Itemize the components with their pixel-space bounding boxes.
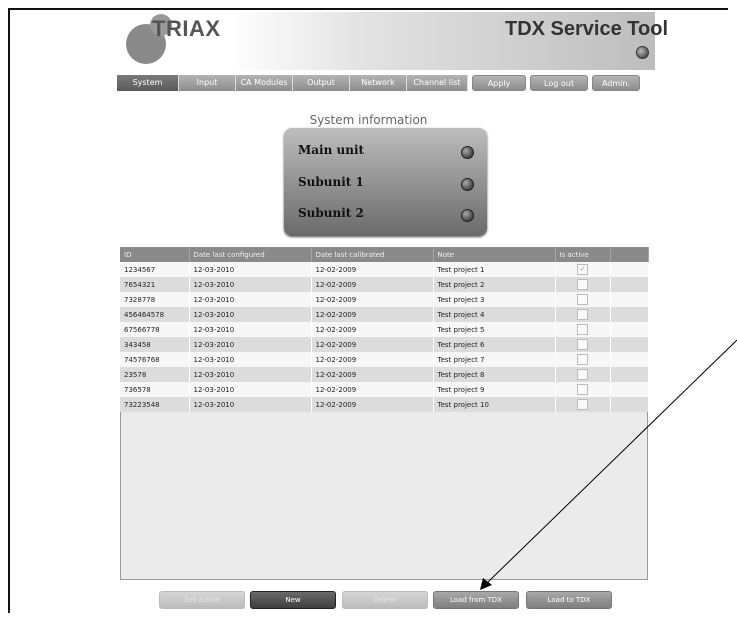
annotation-arrow-line: [487, 339, 737, 583]
annotation-arrow: [480, 339, 737, 590]
